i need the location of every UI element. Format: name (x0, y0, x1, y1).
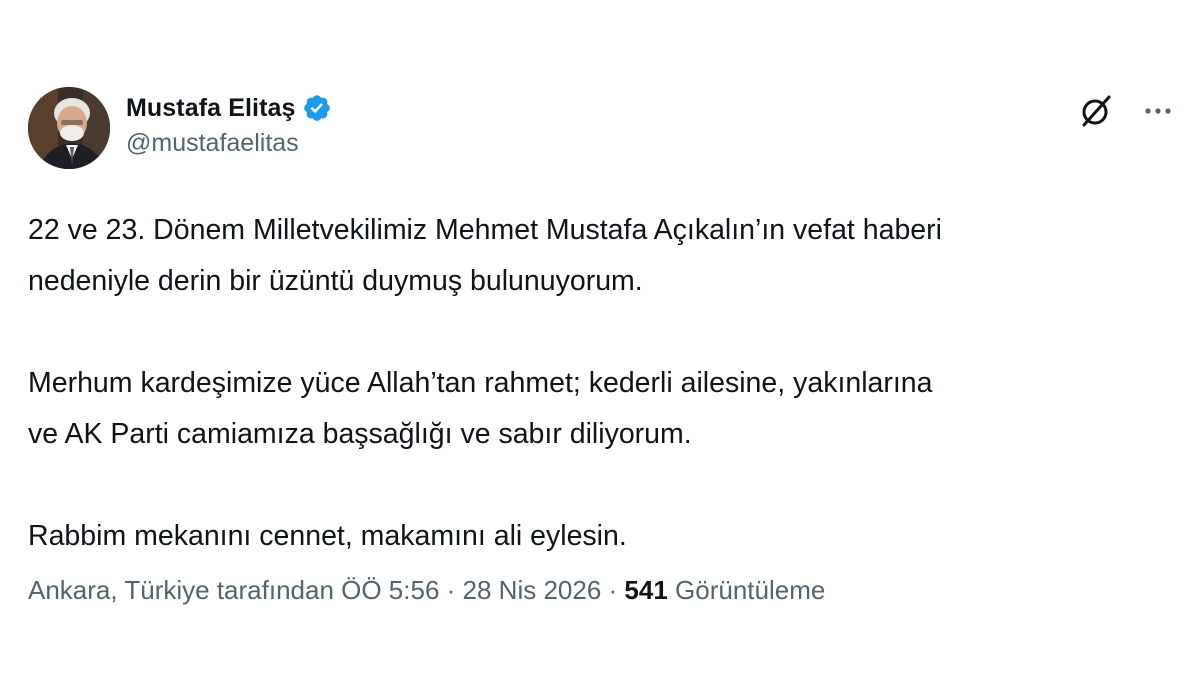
author-names: Mustafa Elitaş @mustafaelitas (126, 91, 332, 158)
tweet-meta: Ankara, Türkiye tarafından ÖÖ 5:56 · 28 … (28, 575, 825, 606)
more-options-icon[interactable] (1138, 91, 1178, 131)
tweet-body: 22 ve 23. Dönem Milletvekilimiz Mehmet M… (28, 205, 1178, 562)
meta-separator: · (601, 575, 625, 605)
tweet-paragraph-3: Rabbim mekanını cennet, makamını ali eyl… (28, 520, 627, 552)
views-count: 541 (624, 575, 668, 605)
grok-icon[interactable] (1076, 91, 1116, 131)
avatar[interactable] (28, 87, 110, 169)
meta-separator: · (439, 575, 463, 605)
tweet-time[interactable]: ÖÖ 5:56 (341, 575, 439, 605)
tweet-actions (1076, 91, 1178, 131)
author-display-name[interactable]: Mustafa Elitaş (126, 94, 296, 123)
tweet-location: Ankara, Türkiye tarafından (28, 575, 334, 605)
tweet-card: Mustafa Elitaş @mustafaelitas 22 ve 23. … (0, 0, 1200, 675)
author-handle[interactable]: @mustafaelitas (126, 129, 332, 158)
tweet-header: Mustafa Elitaş @mustafaelitas (28, 87, 1178, 171)
tweet-date[interactable]: 28 Nis 2026 (463, 575, 602, 605)
tweet-paragraph-1: 22 ve 23. Dönem Milletvekilimiz Mehmet M… (28, 214, 942, 297)
name-row: Mustafa Elitaş (126, 91, 332, 125)
views-label: Görüntüleme (675, 575, 826, 605)
tweet-paragraph-2: Merhum kardeşimize yüce Allah’tan rahmet… (28, 367, 933, 450)
avatar-image (28, 87, 110, 169)
verified-badge-icon[interactable] (302, 93, 332, 123)
